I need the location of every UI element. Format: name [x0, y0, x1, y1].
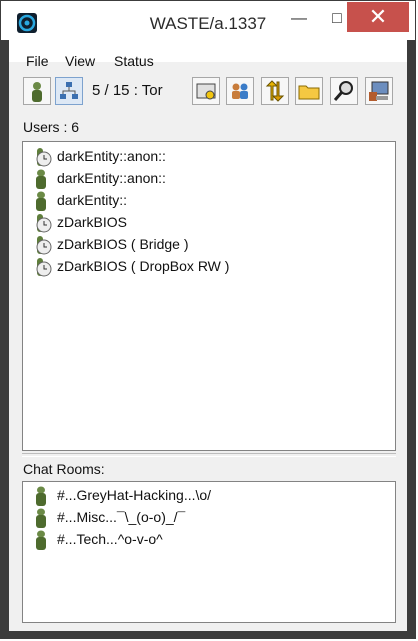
chat-rooms-label: Chat Rooms:	[23, 461, 105, 477]
away-user-icon	[36, 148, 52, 167]
transfer-icon	[265, 80, 285, 102]
settings-icon	[196, 83, 216, 100]
computer-icon	[369, 81, 389, 101]
user-name: darkEntity::	[57, 192, 128, 208]
chat-room-name: #...GreyHat-Hacking...\o/	[57, 487, 212, 503]
search-button[interactable]	[330, 77, 358, 105]
user-name: zDarkBIOS ( Bridge )	[57, 236, 189, 252]
user-name: darkEntity::anon::	[57, 170, 166, 186]
user-icon	[36, 191, 46, 211]
search-icon	[333, 81, 353, 101]
user-name: darkEntity::anon::	[57, 148, 166, 164]
users-icon	[232, 83, 248, 99]
network-button[interactable]	[55, 77, 83, 105]
menu-file[interactable]: File	[26, 53, 49, 69]
menu-status[interactable]: Status	[114, 53, 154, 69]
folder-button[interactable]	[295, 77, 323, 105]
settings-button[interactable]	[192, 77, 220, 105]
away-user-icon	[36, 214, 52, 233]
computer-button[interactable]	[365, 77, 393, 105]
minimize-button[interactable]: —	[279, 7, 319, 31]
users-label: Users : 6	[23, 119, 80, 135]
user-icon	[32, 82, 42, 102]
close-button[interactable]: ✕	[347, 2, 409, 32]
away-user-icon	[36, 236, 52, 255]
title-bar[interactable]: WASTE/a.1337 — □ ✕	[1, 1, 415, 40]
chat-room-name: #...Tech...^o-v-o^	[57, 531, 163, 547]
chat-room-name: #...Misc...¯\_(o-o)_/¯	[57, 509, 186, 525]
user-icon	[36, 486, 46, 506]
menu-view[interactable]: View	[65, 53, 95, 69]
user-icon	[36, 530, 46, 550]
users-button[interactable]	[226, 77, 254, 105]
main-window: WASTE/a.1337 — □ ✕ File View Status 5 / …	[0, 0, 416, 639]
away-user-icon	[36, 258, 52, 277]
user-name: zDarkBIOS	[57, 214, 128, 230]
user-icon	[36, 508, 46, 528]
user-name: zDarkBIOS ( DropBox RW )	[57, 258, 230, 274]
pane-splitter[interactable]	[22, 453, 396, 457]
users-list[interactable]: darkEntity::anon:: darkEntity::anon:: da…	[22, 141, 396, 451]
chat-rooms-list[interactable]: #...GreyHat-Hacking...\o/ #...Misc...¯\_…	[22, 481, 396, 623]
transfer-button[interactable]	[261, 77, 289, 105]
user-icon	[36, 169, 46, 189]
connection-status: 5 / 15 : Tor	[92, 82, 163, 99]
folder-icon	[298, 85, 320, 100]
user-status-button[interactable]	[23, 77, 51, 105]
network-icon	[60, 82, 78, 99]
